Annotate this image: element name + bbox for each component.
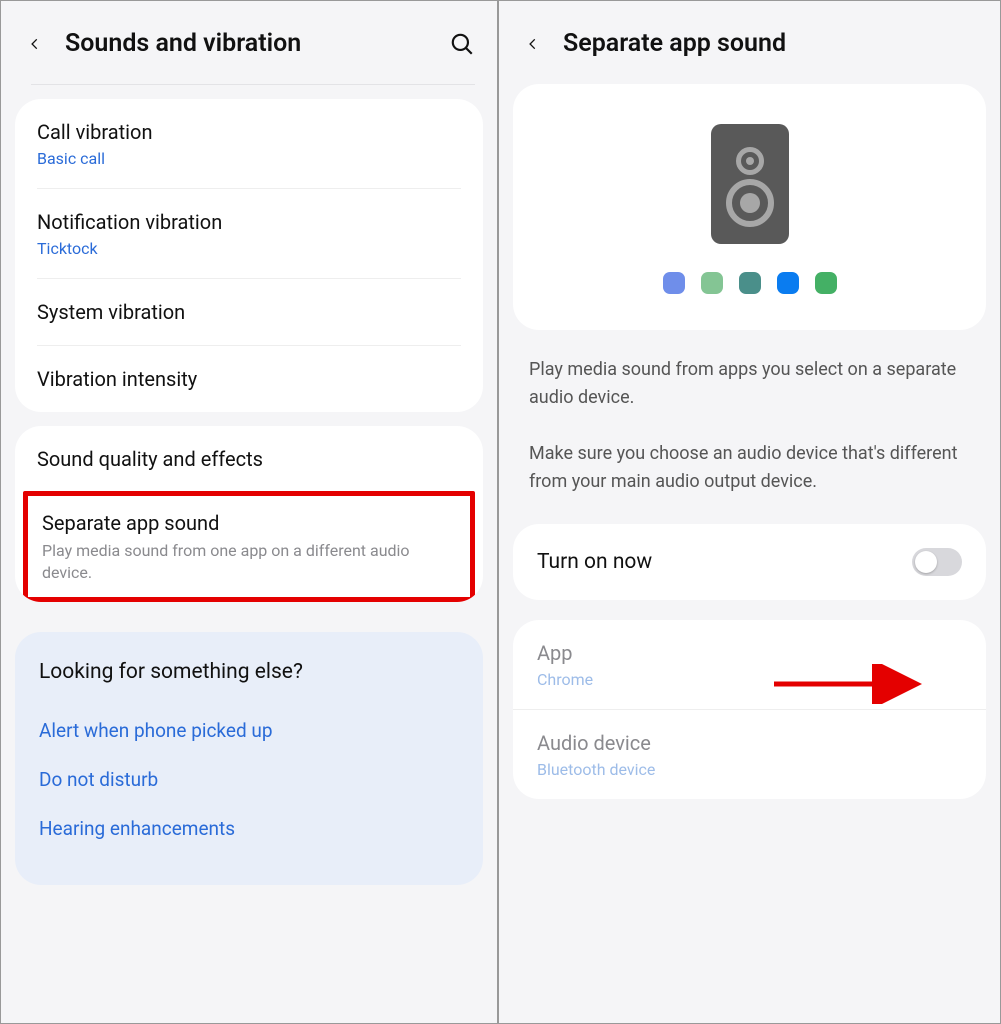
row-title: Call vibration — [37, 119, 461, 145]
desc-para-1: Play media sound from apps you select on… — [529, 356, 970, 412]
row-subtitle: Basic call — [37, 149, 461, 168]
dot — [815, 272, 837, 294]
row-title: App — [537, 640, 962, 666]
options-card: App Chrome Audio device Bluetooth device — [513, 620, 986, 799]
row-subtitle: Chrome — [537, 670, 962, 689]
description: Play media sound from apps you select on… — [499, 330, 1000, 504]
row-subtitle: Bluetooth device — [537, 760, 962, 779]
turn-on-toggle[interactable] — [912, 548, 962, 576]
suggest-link-dnd[interactable]: Do not disturb — [39, 755, 459, 804]
dot — [739, 272, 761, 294]
row-system-vibration[interactable]: System vibration — [15, 279, 483, 345]
suggestions-heading: Looking for something else? — [39, 660, 459, 684]
page-title: Separate app sound — [563, 29, 978, 58]
row-vibration-intensity[interactable]: Vibration intensity — [15, 346, 483, 412]
row-subtitle: Play media sound from one app on a diffe… — [42, 540, 456, 583]
illustration-card — [513, 84, 986, 330]
sound-effects-card: Sound quality and effects Separate app s… — [15, 426, 483, 602]
sounds-vibration-screen: Sounds and vibration Call vibration Basi… — [0, 0, 498, 1024]
suggest-link-hearing[interactable]: Hearing enhancements — [39, 804, 459, 853]
row-call-vibration[interactable]: Call vibration Basic call — [15, 99, 483, 188]
suggest-link-alert[interactable]: Alert when phone picked up — [39, 706, 459, 755]
dot — [663, 272, 685, 294]
row-separate-app-sound[interactable]: Separate app sound Play media sound from… — [28, 496, 470, 597]
row-audio-device[interactable]: Audio device Bluetooth device — [513, 709, 986, 799]
turn-on-row: Turn on now — [513, 524, 986, 600]
color-dots — [663, 272, 837, 294]
row-sound-quality[interactable]: Sound quality and effects — [15, 426, 483, 492]
suggestions-card: Looking for something else? Alert when p… — [15, 632, 483, 885]
row-app[interactable]: App Chrome — [513, 620, 986, 709]
search-icon[interactable] — [449, 31, 475, 57]
highlight-separate-app-sound: Separate app sound Play media sound from… — [23, 491, 475, 602]
header: Sounds and vibration — [1, 1, 497, 84]
row-title: System vibration — [37, 299, 461, 325]
speaker-icon — [711, 124, 789, 244]
desc-para-2: Make sure you choose an audio device tha… — [529, 440, 970, 496]
back-icon[interactable] — [23, 32, 47, 56]
row-title: Separate app sound — [42, 510, 456, 536]
toggle-knob — [915, 551, 937, 573]
row-title: Sound quality and effects — [37, 446, 461, 472]
row-title: Vibration intensity — [37, 366, 461, 392]
dot — [701, 272, 723, 294]
page-title: Sounds and vibration — [65, 29, 431, 58]
back-icon[interactable] — [521, 32, 545, 56]
row-notification-vibration[interactable]: Notification vibration Ticktock — [15, 189, 483, 278]
row-title: Notification vibration — [37, 209, 461, 235]
dot — [777, 272, 799, 294]
header: Separate app sound — [499, 1, 1000, 84]
row-subtitle: Ticktock — [37, 239, 461, 258]
vibration-card: Call vibration Basic call Notification v… — [15, 99, 483, 412]
separate-app-sound-screen: Separate app sound Play media sound from… — [498, 0, 1001, 1024]
row-title: Audio device — [537, 730, 962, 756]
divider — [31, 84, 475, 85]
toggle-label: Turn on now — [537, 550, 912, 574]
